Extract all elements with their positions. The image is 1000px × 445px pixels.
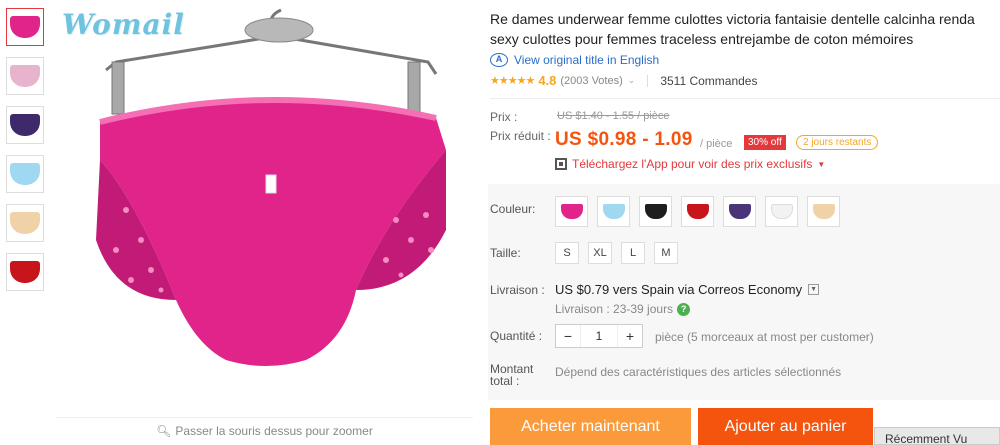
zoom-hint: 🔍︎ Passer la souris dessus pour zoomer — [56, 417, 473, 443]
main-product-image[interactable]: Womail — [56, 0, 473, 414]
rating-score: 4.8 — [538, 73, 557, 88]
sale-price-label: Prix réduit : — [490, 129, 551, 143]
swatch-image — [602, 204, 625, 219]
original-price: US $1.40 - 1.55 / pièce — [557, 110, 670, 122]
thumbnail-image — [10, 65, 40, 87]
buy-now-button[interactable]: Acheter maintenant — [490, 408, 691, 445]
quantity-note: pièce (5 morceaux at most per customer) — [655, 330, 874, 344]
product-detail: Re dames underwear femme culottes victor… — [488, 0, 1000, 445]
recently-viewed-tab[interactable]: Récemment Vu — [874, 427, 1000, 445]
star-rating-icon: ★★★★★ — [490, 75, 535, 87]
thumbnail-image — [10, 163, 40, 185]
color-swatch[interactable] — [597, 196, 630, 227]
size-option[interactable]: L — [621, 242, 645, 264]
votes-link[interactable]: (2003 Votes) — [560, 75, 622, 87]
swatch-image — [728, 204, 751, 219]
sale-price: US $0.98 - 1.09 — [555, 129, 693, 150]
size-option[interactable]: XL — [588, 242, 612, 264]
size-option[interactable]: S — [555, 242, 579, 264]
quantity-stepper: − 1 + — [555, 324, 643, 348]
thumbnail[interactable] — [6, 253, 44, 291]
price-area: Prix : US $1.40 - 1.55 / pièce Prix rédu… — [490, 98, 1000, 182]
total-text: Dépend des caractéristiques des articles… — [555, 365, 842, 379]
color-swatch[interactable] — [639, 196, 672, 227]
delivery-time: Livraison : 23-39 jours ? — [555, 302, 691, 316]
thumbnail-image — [10, 16, 40, 38]
rating-row: ★★★★★ 4.8 (2003 Votes) ⌄ 3511 Commandes — [490, 73, 757, 88]
color-swatch[interactable] — [765, 196, 798, 227]
size-label: Taille: — [490, 246, 521, 260]
app-promo-link[interactable]: Téléchargez l'App pour voir des prix exc… — [555, 157, 825, 171]
thumbnail-image — [10, 212, 40, 234]
swatch-image — [644, 204, 667, 219]
discount-badge: 30% off — [744, 135, 786, 150]
shipping-selector[interactable]: US $0.79 vers Spain via Correos Economy … — [555, 282, 820, 297]
translate-link-label: View original title in English — [514, 53, 660, 67]
product-illustration — [96, 8, 446, 366]
translate-link[interactable]: A View original title in English — [490, 53, 659, 67]
chevron-down-icon[interactable]: ⌄ — [628, 75, 636, 86]
thumbnail-image — [10, 261, 40, 283]
product-title: Re dames underwear femme culottes victor… — [490, 11, 975, 47]
thumbnail[interactable] — [6, 155, 44, 193]
quantity-input[interactable]: 1 — [580, 325, 618, 347]
zoom-hint-text: Passer la souris dessus pour zoomer — [175, 424, 373, 438]
swatch-image — [686, 204, 709, 219]
qr-code-icon — [555, 158, 567, 170]
brand-logo: Womail — [62, 8, 185, 41]
options-panel: Couleur: Taille: S XL L M Livraison : US… — [488, 184, 1000, 400]
orders-count: 3511 Commandes — [660, 73, 758, 88]
color-swatch[interactable] — [807, 196, 840, 227]
plus-button[interactable]: + — [618, 325, 642, 347]
thumbnail-image — [10, 114, 40, 136]
thumbnail[interactable] — [6, 204, 44, 242]
divider — [647, 74, 649, 87]
total-label-line2: total : — [490, 374, 520, 388]
help-icon[interactable]: ? — [677, 302, 691, 316]
swatch-image — [770, 204, 793, 219]
caret-down-icon: ▼ — [817, 159, 826, 169]
app-promo-label: Téléchargez l'App pour voir des prix exc… — [572, 157, 813, 171]
color-swatches — [555, 196, 840, 227]
price-label: Prix : — [490, 110, 518, 124]
color-swatch[interactable] — [681, 196, 714, 227]
minus-button[interactable]: − — [556, 325, 580, 347]
thumbnail-list — [6, 8, 46, 302]
thumbnail[interactable] — [6, 57, 44, 95]
swatch-image — [812, 204, 835, 219]
size-option[interactable]: M — [654, 242, 678, 264]
chevron-down-icon: ▼ — [808, 284, 820, 295]
days-left-badge: 2 jours restants — [796, 135, 879, 150]
thumbnail[interactable] — [6, 8, 44, 46]
color-label: Couleur: — [490, 202, 536, 216]
price-unit: / pièce — [700, 138, 733, 150]
shipping-text: US $0.79 vers Spain via Correos Economy — [555, 282, 803, 297]
color-swatch[interactable] — [723, 196, 756, 227]
translate-icon: A — [490, 53, 508, 67]
shipping-label: Livraison : — [490, 283, 545, 297]
quantity-label: Quantité : — [490, 329, 543, 343]
add-to-cart-button[interactable]: Ajouter au panier — [698, 408, 873, 445]
delivery-time-text: Livraison : 23-39 jours — [555, 302, 674, 316]
color-swatch[interactable] — [555, 196, 588, 227]
thumbnail[interactable] — [6, 106, 44, 144]
search-icon: 🔍︎ — [156, 424, 172, 438]
swatch-image — [560, 204, 583, 219]
size-options: S XL L M — [555, 242, 678, 264]
